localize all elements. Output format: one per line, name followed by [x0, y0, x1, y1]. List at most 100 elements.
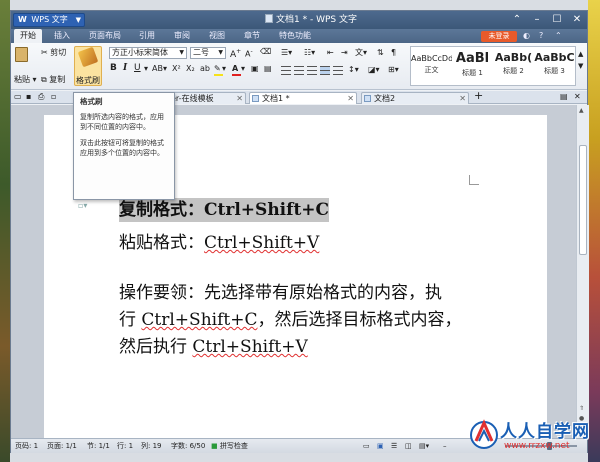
strikethrough-icon[interactable]: AB▾: [152, 64, 167, 73]
tab-online-template[interactable]: er-在线模板 ✕: [166, 92, 246, 104]
border-icon[interactable]: ⊞▾: [388, 65, 399, 75]
prev-page-icon[interactable]: ⇑: [579, 405, 584, 412]
close-icon[interactable]: ✕: [459, 93, 466, 104]
status-section[interactable]: 节: 1/1: [87, 439, 110, 453]
shading-icon[interactable]: ◪▾: [368, 65, 380, 75]
styles-scroll-down-icon[interactable]: ▼: [578, 61, 583, 71]
style-normal[interactable]: AaBbCcDd 正文: [411, 47, 452, 85]
paragraph-handle-icon[interactable]: ▫▾: [78, 201, 87, 211]
doc-line-5[interactable]: 然后执行 Ctrl+Shift+V: [119, 332, 308, 357]
view-mode-page-icon[interactable]: ▣: [377, 439, 384, 453]
view-mode-outline-icon[interactable]: ☰: [391, 439, 397, 453]
maximize-button[interactable]: ☐: [547, 11, 567, 29]
close-icon[interactable]: ✕: [574, 92, 581, 102]
grow-font-icon[interactable]: A+: [230, 47, 241, 60]
show-marks-icon[interactable]: ¶: [391, 48, 396, 58]
close-button[interactable]: ✕: [567, 11, 587, 29]
minimize-button[interactable]: –: [527, 11, 547, 29]
char-border-icon[interactable]: ▣: [251, 64, 259, 73]
selected-text[interactable]: 复制格式：Ctrl+Shift+C: [119, 198, 330, 222]
status-page[interactable]: 页码: 1: [15, 439, 38, 453]
menu-tab-chapter[interactable]: 章节: [244, 29, 260, 43]
style-heading-2[interactable]: AaBb( 标题 2: [493, 47, 534, 85]
chevron-down-icon[interactable]: ▾: [144, 64, 148, 73]
highlight-icon[interactable]: ✎: [214, 64, 223, 76]
increase-indent-icon[interactable]: ⇥: [341, 48, 348, 58]
paste-button[interactable]: 粘贴 ▾: [14, 75, 37, 85]
sort-icon[interactable]: ⇅: [377, 48, 384, 58]
vertical-scrollbar[interactable]: ▲ ⇑ ● ⇓: [576, 105, 589, 438]
folder-icon[interactable]: ▭: [14, 92, 22, 102]
menu-tab-references[interactable]: 引用: [139, 29, 155, 43]
scroll-thumb[interactable]: [579, 145, 587, 255]
justify-icon[interactable]: [320, 66, 330, 75]
status-column[interactable]: 列: 19: [141, 439, 162, 453]
font-size-select[interactable]: 二号 ▼: [190, 47, 226, 59]
superscript-icon[interactable]: X²: [172, 64, 181, 73]
doc-line-2[interactable]: 粘贴格式：Ctrl+Shift+V: [119, 228, 319, 253]
preview-icon[interactable]: ▫: [51, 92, 56, 102]
status-word-count[interactable]: 字数: 6/50: [171, 439, 205, 453]
chevron-down-icon[interactable]: ▾: [241, 64, 245, 73]
skin-icon[interactable]: ◐: [523, 29, 530, 43]
chevron-down-icon[interactable]: ▾: [222, 64, 226, 73]
shrink-font-icon[interactable]: A-: [245, 47, 253, 60]
chevron-up-icon[interactable]: ⌃: [555, 29, 562, 43]
close-icon[interactable]: ✕: [347, 93, 354, 104]
bullet-list-icon[interactable]: ☰▾: [281, 48, 292, 58]
align-right-icon[interactable]: [307, 66, 317, 75]
menu-tab-view[interactable]: 视图: [209, 29, 225, 43]
view-mode-reading-icon[interactable]: ▤▾: [419, 439, 429, 453]
view-mode-web-icon[interactable]: ◫: [405, 439, 412, 453]
font-color-icon[interactable]: A: [232, 64, 241, 76]
align-left-icon[interactable]: [281, 66, 291, 75]
menu-tab-home[interactable]: 开始: [14, 29, 42, 43]
subscript-icon[interactable]: X₂: [186, 64, 195, 73]
chinese-layout-icon[interactable]: 文▾: [355, 48, 367, 58]
format-painter-button[interactable]: 格式刷: [74, 46, 102, 86]
help-icon[interactable]: ?: [539, 29, 543, 43]
font-name-select[interactable]: 方正小标宋简体 ▼: [109, 47, 187, 59]
char-shading-icon[interactable]: ▤: [264, 64, 272, 73]
status-pages[interactable]: 页面: 1/1: [47, 439, 77, 453]
menu-tab-review[interactable]: 审阅: [174, 29, 190, 43]
phonetic-icon[interactable]: ab: [200, 64, 210, 73]
zoom-out-icon[interactable]: –: [443, 439, 447, 453]
underline-icon[interactable]: U: [134, 63, 141, 73]
save-icon[interactable]: ▪: [26, 92, 31, 102]
italic-icon[interactable]: I: [123, 63, 127, 73]
number-list-icon[interactable]: ☷▾: [304, 48, 315, 58]
chevron-down-icon: ▼: [75, 16, 81, 24]
line-spacing-icon[interactable]: ↕▾: [348, 65, 359, 75]
tab-list-icon[interactable]: ▤: [560, 92, 568, 102]
align-center-icon[interactable]: [294, 66, 304, 75]
ribbon-toggle-button[interactable]: ⌃: [507, 11, 527, 29]
close-icon[interactable]: ✕: [236, 93, 243, 104]
styles-scroll-up-icon[interactable]: ▲: [578, 49, 583, 59]
clear-format-icon[interactable]: ⌫: [260, 47, 271, 57]
watermark-url: www.rrzxw.net: [504, 441, 570, 451]
menu-tab-page-layout[interactable]: 页面布局: [89, 29, 121, 43]
tab-document-2[interactable]: 文档2 ✕: [361, 92, 469, 104]
decrease-indent-icon[interactable]: ⇤: [327, 48, 334, 58]
spell-check-button[interactable]: ■ 拼写检查: [211, 439, 248, 453]
wps-logo-menu-button[interactable]: W WPS 文字 ▼: [13, 13, 85, 27]
cut-button[interactable]: ✂ 剪切: [41, 48, 66, 58]
doc-line-3[interactable]: 操作要领：先选择带有原始格式的内容，执: [119, 278, 442, 303]
style-heading-1[interactable]: AaBl 标题 1: [452, 47, 493, 85]
bold-icon[interactable]: B: [110, 63, 117, 73]
menu-tab-features[interactable]: 特色功能: [279, 29, 311, 43]
menu-tab-insert[interactable]: 插入: [54, 29, 70, 43]
doc-line-4[interactable]: 行 Ctrl+Shift+C，然后选择目标格式内容，: [119, 305, 461, 330]
scroll-up-icon[interactable]: ▲: [579, 107, 584, 114]
view-mode-full-icon[interactable]: ▭: [363, 439, 370, 453]
tab-document-1[interactable]: 文档1 * ✕: [249, 92, 357, 104]
status-row[interactable]: 行: 1: [117, 439, 133, 453]
print-icon[interactable]: ⎙: [38, 92, 44, 102]
style-heading-3[interactable]: AaBbC 标题 3: [534, 47, 575, 85]
new-tab-plus-icon[interactable]: +: [474, 90, 483, 101]
copy-button[interactable]: ⧉ 复制: [41, 75, 65, 85]
distribute-icon[interactable]: [333, 66, 343, 75]
paste-icon[interactable]: [15, 47, 28, 65]
login-button[interactable]: 未登录: [481, 31, 517, 42]
